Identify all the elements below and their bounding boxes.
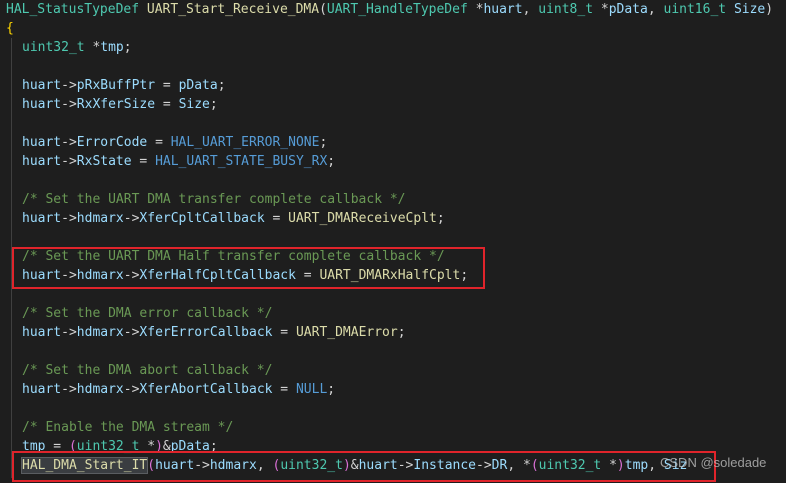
code-line-open-brace: { [6, 21, 14, 36]
param-type: UART_HandleTypeDef [326, 2, 468, 17]
param-type: uint16_t [663, 2, 727, 17]
code-line: huart->hdmarx->XferHalfCpltCallback = UA… [22, 268, 469, 283]
code-line: huart->hdmarx->XferCpltCallback = UART_D… [22, 211, 445, 226]
code-line-signature: HAL_StatusTypeDef UART_Start_Receive_DMA… [6, 2, 774, 17]
param-name: Size [733, 2, 766, 17]
code-comment: /* Enable the DMA stream */ [22, 420, 234, 435]
code-line: huart->pRxBuffPtr = pData; [22, 78, 226, 93]
code-comment: /* Set the DMA error callback */ [22, 306, 273, 321]
code-line: huart->hdmarx->XferAbortCallback = NULL; [22, 382, 336, 397]
return-type: HAL_StatusTypeDef [6, 2, 140, 17]
param-name: huart [483, 2, 523, 17]
code-line: uint32_t *tmp; [22, 40, 132, 55]
code-comment: /* Set the UART DMA transfer complete ca… [22, 192, 406, 207]
code-line: huart->ErrorCode = HAL_UART_ERROR_NONE; [22, 135, 328, 150]
function-name: UART_Start_Receive_DMA [146, 2, 320, 17]
code-comment: /* Set the DMA abort callback */ [22, 363, 273, 378]
watermark: CSDN @soledade [660, 455, 767, 470]
code-line: huart->RxXferSize = Size; [22, 97, 218, 112]
word-highlight: HAL_DMA_Start_IT [20, 457, 149, 474]
code-comment: /* Set the UART DMA Half transfer comple… [22, 249, 445, 264]
code-line: tmp = (uint32_t *)&pData; [22, 439, 218, 454]
code-line: huart->hdmarx->XferErrorCallback = UART_… [22, 325, 406, 340]
param-type: uint8_t [538, 2, 594, 17]
param-name: pData [608, 2, 648, 17]
code-line: huart->RxState = HAL_UART_STATE_BUSY_RX; [22, 154, 336, 169]
code-line-dma-start: HAL_DMA_Start_IT(huart->hdmarx, (uint32_… [20, 457, 688, 474]
code-editor[interactable]: HAL_StatusTypeDef UART_Start_Receive_DMA… [0, 0, 786, 483]
